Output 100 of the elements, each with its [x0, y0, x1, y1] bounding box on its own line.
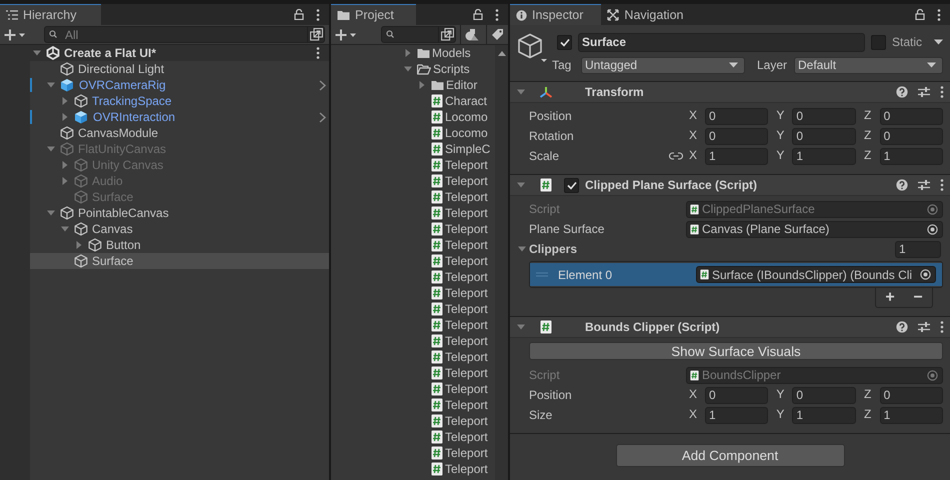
lock-icon[interactable] [294, 9, 304, 20]
asset-name[interactable]: Locomo [445, 110, 488, 124]
asset-name[interactable]: Models [432, 46, 471, 60]
tag-dropdown[interactable]: Untagged [581, 56, 745, 74]
foldout-arrow-icon[interactable] [403, 48, 413, 58]
hierarchy-row[interactable]: Surface [30, 253, 329, 269]
foldout-arrow-icon[interactable] [516, 180, 526, 190]
help-icon[interactable] [896, 179, 908, 191]
number-field[interactable]: 1 [792, 406, 856, 424]
number-field[interactable]: 1 [880, 148, 943, 164]
asset-name[interactable]: Teleport [445, 206, 488, 220]
foldout-arrow-icon[interactable] [46, 80, 56, 90]
asset-name[interactable]: Editor [446, 78, 478, 92]
number-field[interactable]: 1 [880, 406, 943, 424]
name-field[interactable]: Surface [578, 32, 865, 52]
foldout-arrow-icon[interactable] [403, 64, 413, 74]
object-picker-icon[interactable] [927, 224, 938, 234]
tag-icon[interactable] [491, 28, 504, 41]
foldout-arrow-icon[interactable] [60, 96, 70, 106]
number-field[interactable]: 0 [792, 386, 856, 404]
number-field[interactable]: 1 [705, 148, 768, 164]
asset-name[interactable]: Teleport [445, 414, 488, 428]
asset-name[interactable]: Teleport [445, 334, 488, 348]
help-icon[interactable] [896, 86, 908, 98]
asset-name[interactable]: Scripts [433, 62, 470, 76]
hierarchy-row[interactable]: OVRInteraction [30, 109, 329, 125]
foldout-arrow-icon[interactable] [60, 160, 70, 170]
list-element-row[interactable]: Element 0 Surface (IBoundsClipper) (Bounds Cli [530, 263, 942, 286]
foldout-arrow-icon[interactable] [516, 322, 526, 332]
hierarchy-row[interactable]: Canvas [30, 221, 329, 237]
number-field[interactable]: 0 [705, 128, 768, 144]
menu-icon[interactable] [940, 321, 944, 333]
foldout-arrow-icon[interactable] [74, 240, 84, 250]
hierarchy-row[interactable]: Button [30, 237, 329, 253]
remove-element-button[interactable]: − [904, 288, 932, 307]
asset-name[interactable]: Teleport [445, 190, 488, 204]
foldout-arrow-icon[interactable] [60, 224, 70, 234]
add-component-button[interactable]: Add Component [616, 444, 844, 467]
asset-name[interactable]: Teleport [445, 302, 488, 316]
asset-name[interactable]: Teleport [445, 270, 488, 284]
hierarchy-row[interactable]: OVRCameraRig [30, 77, 329, 93]
open-window-icon[interactable] [310, 28, 322, 41]
presets-icon[interactable] [918, 179, 930, 191]
add-menu-icon[interactable] [4, 28, 26, 40]
menu-icon[interactable] [316, 47, 320, 59]
hierarchy-row[interactable]: PointableCanvas [30, 205, 329, 221]
number-field[interactable]: 0 [880, 128, 943, 144]
asset-name[interactable]: Teleport [445, 222, 488, 236]
hierarchy-tab[interactable]: Hierarchy [0, 4, 100, 25]
add-menu-icon[interactable] [335, 28, 357, 40]
asset-name[interactable]: Teleport [445, 366, 488, 380]
inspector-tab[interactable]: Inspector [510, 4, 602, 25]
foldout-arrow-icon[interactable] [517, 244, 527, 254]
presets-icon[interactable] [918, 321, 930, 333]
number-field[interactable]: 0 [792, 108, 856, 124]
foldout-arrow-icon[interactable] [60, 112, 70, 122]
project-tab[interactable]: Project [331, 4, 416, 25]
object-field[interactable]: Surface (IBoundsClipper) (Bounds Cli [696, 266, 936, 283]
number-field[interactable]: 1 [792, 148, 856, 164]
object-picker-icon[interactable] [920, 269, 931, 280]
foldout-arrow-icon[interactable] [46, 208, 56, 218]
search-field[interactable] [381, 26, 456, 43]
menu-icon[interactable] [937, 8, 941, 20]
asset-name[interactable]: Teleport [445, 254, 488, 268]
asset-name[interactable]: Teleport [445, 382, 488, 396]
asset-name[interactable]: Teleport [445, 174, 488, 188]
count-field[interactable]: 1 [895, 240, 941, 258]
component-header[interactable]: Bounds Clipper (Script) [510, 317, 950, 338]
open-window-icon[interactable] [440, 28, 454, 41]
foldout-arrow-icon[interactable] [417, 80, 427, 90]
asset-name[interactable]: Teleport [445, 446, 488, 460]
asset-name[interactable]: Teleport [445, 318, 488, 332]
component-header[interactable]: Transform [510, 82, 950, 103]
asset-name[interactable]: Teleport [445, 286, 488, 300]
lock-icon[interactable] [473, 9, 483, 20]
foldout-arrow-icon[interactable] [60, 176, 70, 186]
asset-name[interactable]: Teleport [445, 430, 488, 444]
show-visuals-button[interactable]: Show Surface Visuals [529, 342, 943, 360]
shapes-icon[interactable] [464, 28, 479, 41]
unlinked-icon[interactable] [669, 151, 683, 161]
scrollbar[interactable] [495, 45, 508, 480]
hierarchy-row[interactable]: TrackingSpace [30, 93, 329, 109]
hierarchy-row[interactable]: Directional Light [30, 61, 329, 77]
asset-name[interactable]: Teleport [445, 462, 488, 476]
search-field[interactable]: All [44, 26, 325, 43]
number-field[interactable]: 0 [880, 108, 943, 124]
scene-row[interactable]: Create a Flat UI* [30, 45, 329, 61]
help-icon[interactable] [896, 321, 908, 333]
menu-icon[interactable] [940, 86, 944, 98]
number-field[interactable]: 0 [792, 128, 856, 144]
object-field[interactable]: Canvas (Plane Surface) [686, 220, 943, 238]
foldout-arrow-icon[interactable] [516, 87, 526, 97]
foldout-arrow-icon[interactable] [46, 144, 56, 154]
number-field[interactable]: 0 [705, 386, 768, 404]
asset-name[interactable]: SimpleC [445, 142, 490, 156]
layer-dropdown[interactable]: Default [794, 56, 943, 74]
asset-name[interactable]: Teleport [445, 350, 488, 364]
number-field[interactable]: 0 [705, 108, 768, 124]
component-header[interactable]: Clipped Plane Surface (Script) [510, 175, 950, 196]
scroll-up-icon[interactable] [498, 51, 506, 56]
